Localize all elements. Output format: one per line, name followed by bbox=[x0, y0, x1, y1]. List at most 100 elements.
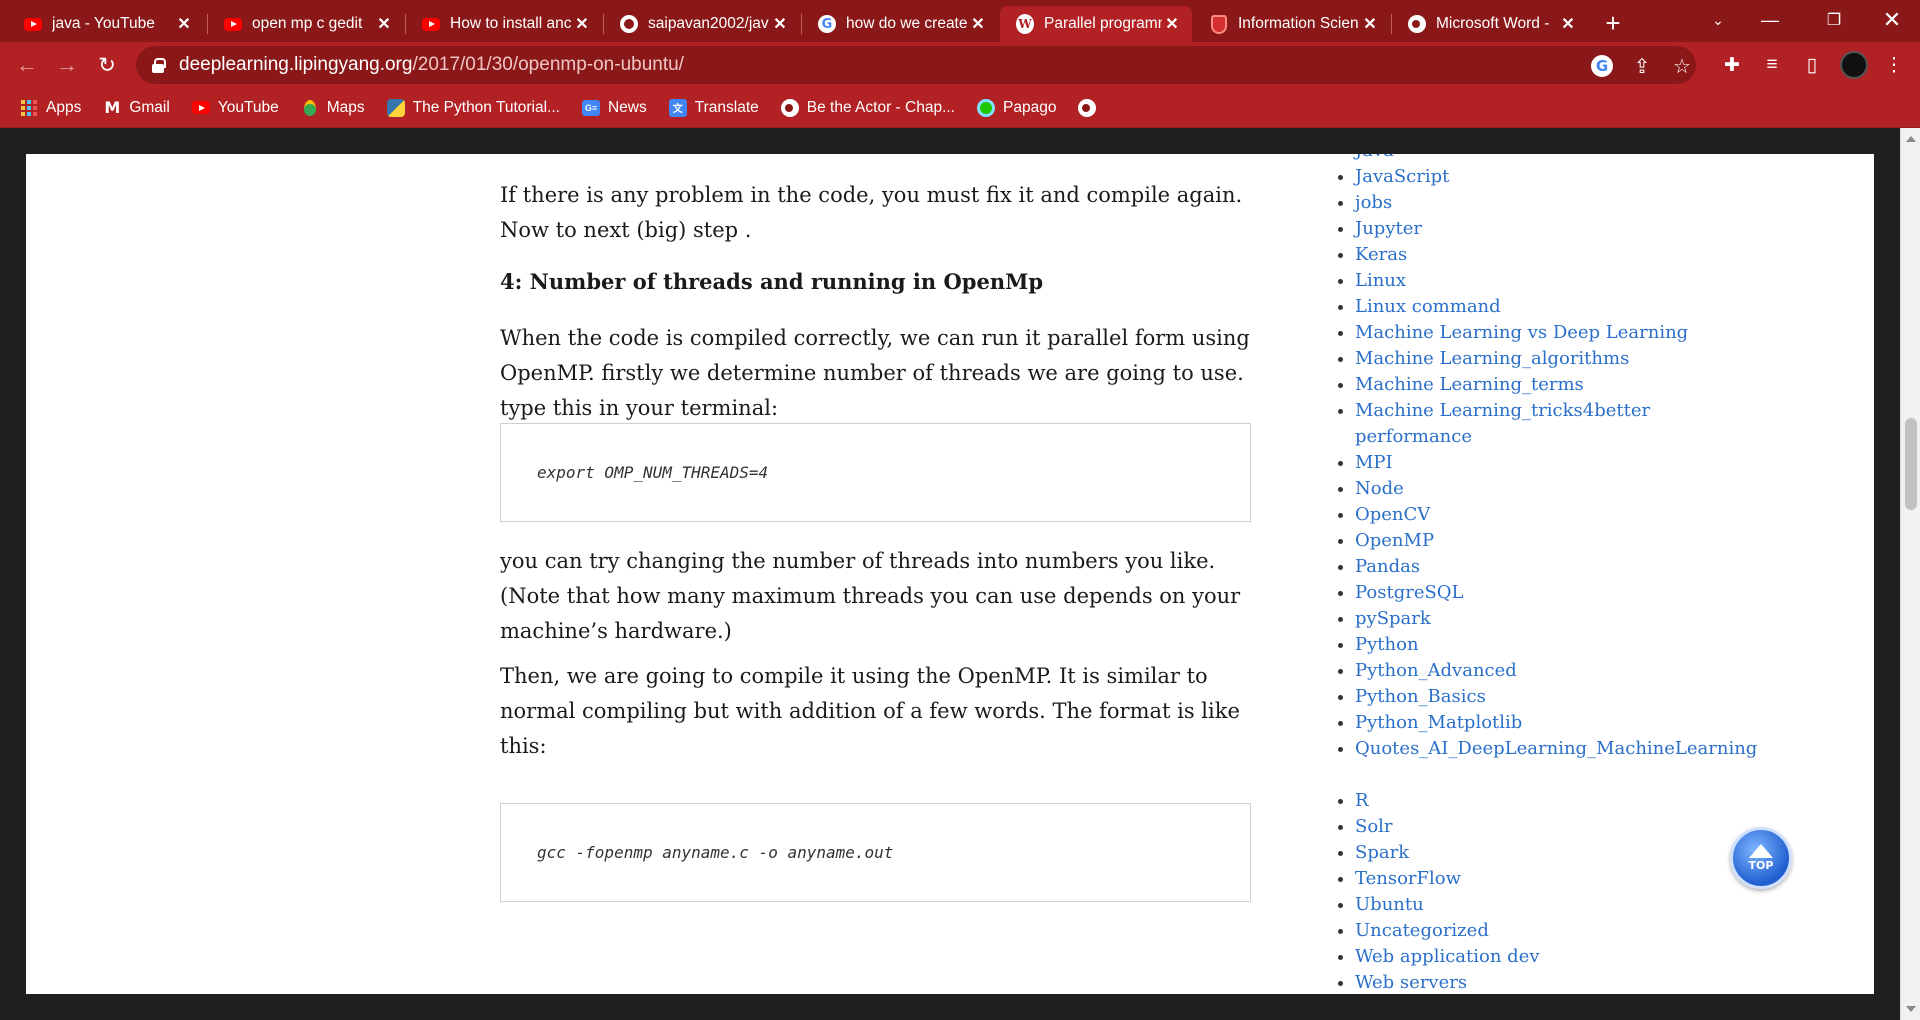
category-link[interactable]: Python_Matplotlib bbox=[1355, 712, 1522, 733]
restore-button[interactable]: ❐ bbox=[1806, 0, 1862, 40]
category-link[interactable]: TensorFlow bbox=[1355, 868, 1461, 889]
category-link[interactable]: Keras bbox=[1355, 244, 1407, 265]
code-block[interactable]: gcc -fopenmp anyname.c -o anyname.out bbox=[500, 803, 1251, 902]
category-link[interactable]: Solr bbox=[1355, 816, 1393, 837]
category-link[interactable]: Machine Learning_terms bbox=[1355, 374, 1584, 395]
category-link[interactable]: Machine Learning vs Deep Learning bbox=[1355, 322, 1688, 343]
category-link[interactable]: PostgreSQL bbox=[1355, 582, 1464, 603]
category-link[interactable]: OpenMP bbox=[1355, 530, 1434, 551]
close-icon[interactable]: ✕ bbox=[374, 14, 394, 34]
new-tab-button[interactable]: + bbox=[1598, 8, 1628, 38]
close-icon[interactable]: ✕ bbox=[770, 14, 790, 34]
page-scrollbar[interactable] bbox=[1900, 128, 1920, 1020]
close-icon[interactable]: ✕ bbox=[572, 14, 592, 34]
url-text[interactable]: deeplearning.lipingyang.org/2017/01/30/o… bbox=[179, 54, 684, 76]
chevron-down-icon: ⌄ bbox=[1712, 11, 1724, 28]
share-icon[interactable]: ⇪ bbox=[1630, 54, 1654, 78]
bookmark-youtube[interactable]: YouTube bbox=[191, 99, 279, 117]
minimize-button[interactable]: — bbox=[1742, 0, 1798, 40]
bookmark-maps[interactable]: Maps bbox=[301, 99, 365, 117]
address-bar[interactable]: deeplearning.lipingyang.org/2017/01/30/o… bbox=[136, 46, 1696, 84]
tab-title: How to install anc bbox=[450, 15, 572, 32]
bookmark-papago[interactable]: Papago bbox=[977, 98, 1056, 117]
wordpress-icon: W bbox=[1016, 14, 1034, 34]
bookmark-gmail[interactable]: M Gmail bbox=[103, 98, 169, 117]
category-link[interactable]: OpenCV bbox=[1355, 504, 1430, 525]
forward-button[interactable]: → bbox=[52, 50, 82, 80]
tab-title: Microsoft Word - bbox=[1436, 15, 1550, 32]
category-link[interactable]: Web application dev bbox=[1355, 946, 1540, 967]
category-link[interactable]: Machine Learning_algorithms bbox=[1355, 348, 1629, 369]
category-link[interactable]: Pandas bbox=[1355, 556, 1420, 577]
close-icon[interactable]: ✕ bbox=[968, 14, 988, 34]
tab-search-button[interactable]: ⌄ bbox=[1690, 0, 1746, 40]
side-panel-icon[interactable]: ▯ bbox=[1798, 51, 1826, 79]
category-link[interactable]: Spark bbox=[1355, 842, 1409, 863]
lock-icon[interactable] bbox=[152, 57, 166, 73]
category-link[interactable]: MPI bbox=[1355, 452, 1393, 473]
close-icon[interactable]: ✕ bbox=[1360, 14, 1380, 34]
tab-parallel-programming[interactable]: W Parallel programm ✕ bbox=[1000, 6, 1192, 42]
close-icon: ✕ bbox=[1882, 7, 1902, 32]
tab-github[interactable]: saipavan2002/jav ✕ bbox=[604, 6, 800, 42]
tab-microsoft-word[interactable]: Microsoft Word - ✕ bbox=[1392, 6, 1588, 42]
bookmark-news[interactable]: G≡ News bbox=[581, 99, 647, 117]
category-link[interactable]: Java bbox=[1355, 154, 1394, 161]
category-link[interactable]: Linux command bbox=[1355, 296, 1501, 317]
tab-open-mp-gedit[interactable]: open mp c gedit ✕ bbox=[208, 6, 404, 42]
category-link[interactable]: pySpark bbox=[1355, 608, 1431, 629]
category-item-postgresql: PostgreSQL bbox=[1337, 580, 1737, 606]
tab-google-search[interactable]: G how do we create ✕ bbox=[802, 6, 998, 42]
close-icon[interactable]: ✕ bbox=[1558, 14, 1578, 34]
reading-list-icon[interactable]: ≡ bbox=[1758, 51, 1786, 79]
article-paragraph: If there is any problem in the code, you… bbox=[500, 183, 1243, 242]
article-paragraph: you can try changing the number of threa… bbox=[500, 549, 1241, 643]
code-block[interactable]: export OMP_NUM_THREADS=4 bbox=[500, 423, 1251, 522]
category-link[interactable]: Uncategorized bbox=[1355, 920, 1489, 941]
bookmark-globe[interactable] bbox=[1078, 98, 1097, 117]
code-text[interactable]: export OMP_NUM_THREADS=4 bbox=[537, 463, 768, 482]
category-link[interactable]: Web servers bbox=[1355, 972, 1467, 993]
close-icon[interactable]: ✕ bbox=[174, 14, 194, 34]
category-link[interactable]: Linux bbox=[1355, 270, 1406, 291]
restore-icon: ❐ bbox=[1826, 12, 1842, 29]
category-link[interactable]: JavaScript bbox=[1355, 166, 1449, 187]
reload-button[interactable]: ↻ bbox=[92, 50, 122, 80]
category-item-solr: Solr bbox=[1337, 814, 1737, 840]
bookmark-be-the-actor[interactable]: Be the Actor - Chap... bbox=[780, 98, 955, 117]
back-to-top-button[interactable]: TOP bbox=[1730, 827, 1792, 889]
back-button[interactable]: ← bbox=[12, 50, 42, 80]
category-link[interactable]: Python_Advanced bbox=[1355, 660, 1517, 681]
bookmark-translate[interactable]: 文 Translate bbox=[668, 98, 759, 117]
bookmark-star-icon[interactable]: ☆ bbox=[1670, 54, 1694, 78]
scroll-thumb[interactable] bbox=[1905, 418, 1917, 510]
category-item-pyspark: pySpark bbox=[1337, 606, 1737, 632]
tab-information-science[interactable]: Information Scien ✕ bbox=[1194, 6, 1390, 42]
bookmark-python-tutorial[interactable]: The Python Tutorial... bbox=[386, 98, 560, 117]
category-link[interactable]: Ubuntu bbox=[1355, 894, 1424, 915]
tab-title: saipavan2002/jav bbox=[648, 15, 769, 32]
close-icon[interactable]: ✕ bbox=[1162, 14, 1182, 34]
category-link[interactable]: Python_Basics bbox=[1355, 686, 1486, 707]
category-link[interactable]: Node bbox=[1355, 478, 1404, 499]
category-link[interactable]: Jupyter bbox=[1355, 218, 1422, 239]
category-link[interactable]: Quotes_AI_DeepLearning_MachineLearning bbox=[1355, 738, 1757, 759]
category-link[interactable]: R bbox=[1355, 790, 1369, 811]
tab-java-youtube[interactable]: java - YouTube ✕ bbox=[8, 6, 204, 42]
scroll-up-icon[interactable] bbox=[1906, 136, 1916, 142]
category-link[interactable]: jobs bbox=[1355, 192, 1392, 213]
tab-strip: java - YouTube ✕ open mp c gedit ✕ How t… bbox=[0, 0, 1920, 42]
close-window-button[interactable]: ✕ bbox=[1864, 0, 1920, 40]
menu-kebab-icon[interactable]: ⋮ bbox=[1880, 51, 1908, 79]
code-text[interactable]: gcc -fopenmp anyname.c -o anyname.out bbox=[537, 843, 893, 862]
extensions-icon[interactable]: ✚ bbox=[1718, 51, 1746, 79]
avatar[interactable] bbox=[1840, 51, 1868, 79]
scroll-down-icon[interactable] bbox=[1906, 1006, 1916, 1012]
tab-title: java - YouTube bbox=[52, 15, 155, 32]
bookmark-apps[interactable]: Apps bbox=[20, 99, 81, 117]
category-item-machine-learning-vs-deep-learning: Machine Learning vs Deep Learning bbox=[1337, 320, 1737, 346]
category-link[interactable]: Python bbox=[1355, 634, 1419, 655]
category-link[interactable]: Machine Learning_tricks4better performan… bbox=[1355, 400, 1650, 447]
tab-how-to-install[interactable]: How to install anc ✕ bbox=[406, 6, 602, 42]
google-lens-icon[interactable]: G bbox=[1590, 54, 1614, 78]
